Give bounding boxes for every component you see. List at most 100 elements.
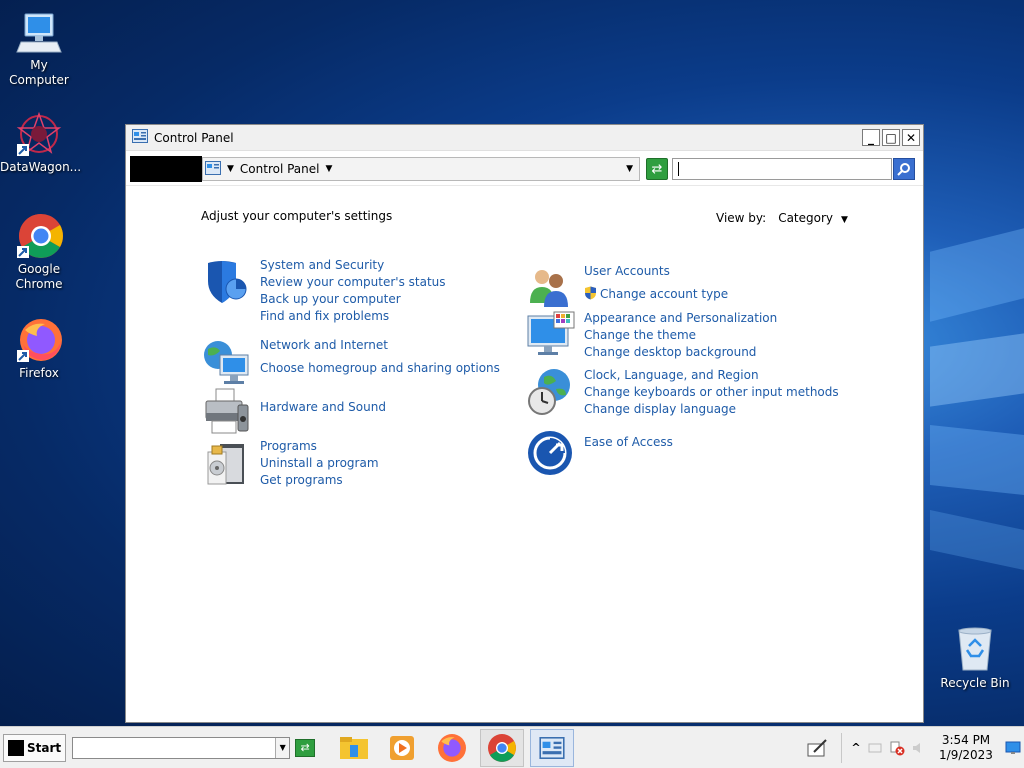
desktop-icon-recycle-bin[interactable]: Recycle Bin: [936, 626, 1014, 691]
tray-notes[interactable]: [799, 729, 835, 767]
clock-time: 3:54 PM: [941, 732, 991, 747]
uac-shield-icon: [585, 286, 596, 300]
search-icon: [897, 163, 910, 176]
network-icon[interactable]: [202, 337, 252, 387]
link-appearance-personalization[interactable]: Appearance and Personalization: [584, 310, 777, 327]
link-review-status[interactable]: Review your computer's status: [260, 274, 446, 291]
start-icon: [8, 739, 24, 756]
address-bar[interactable]: ▼ Control Panel ▼ ▼: [202, 157, 640, 181]
firefox-icon: [438, 733, 467, 762]
link-get-programs[interactable]: Get programs: [260, 472, 379, 489]
start-button[interactable]: Start: [3, 733, 67, 762]
view-by: View by: Category ▼: [716, 211, 848, 225]
link-system-and-security[interactable]: System and Security: [260, 257, 446, 274]
category-programs: Programs Uninstall a program Get program…: [202, 438, 379, 489]
globe-clock-icon[interactable]: [526, 367, 576, 417]
recycle-bin-icon: [951, 626, 999, 674]
link-uninstall-program[interactable]: Uninstall a program: [260, 455, 379, 472]
breadcrumb-control-panel[interactable]: Control Panel: [240, 162, 320, 176]
search-input[interactable]: [672, 158, 892, 180]
datawagon-icon: [15, 110, 63, 158]
address-history-dropdown[interactable]: ▼: [626, 164, 633, 174]
nav-back-forward-buttons[interactable]: [130, 156, 202, 182]
text-caret: [678, 162, 679, 176]
view-by-label: View by:: [716, 211, 767, 225]
desktop-icon-datawagon[interactable]: DataWagon...: [0, 110, 82, 175]
link-user-accounts[interactable]: User Accounts: [584, 263, 728, 280]
view-by-value: Category: [778, 211, 834, 225]
computer-icon: [15, 8, 63, 56]
wallpaper-beam: [930, 425, 1024, 495]
tray-alert[interactable]: [886, 729, 908, 767]
show-desktop-button[interactable]: [1002, 729, 1024, 767]
taskbar-clock[interactable]: 3:54 PM 1/9/2023: [930, 733, 1002, 763]
firefox-icon: [15, 316, 63, 364]
taskbar-chrome[interactable]: [480, 728, 525, 767]
divider: [126, 185, 923, 186]
link-change-display-language[interactable]: Change display language: [584, 401, 839, 418]
alert-icon: [890, 741, 905, 755]
go-icon: ⇄: [295, 738, 316, 757]
maximize-button[interactable]: □: [882, 129, 900, 146]
minimize-button[interactable]: _: [862, 129, 880, 146]
link-change-theme[interactable]: Change the theme: [584, 327, 777, 344]
desktop-icon-label: DataWagon...: [0, 160, 82, 174]
taskbar-go-button[interactable]: ⇄: [290, 729, 320, 767]
link-ease-of-access[interactable]: Ease of Access: [584, 434, 673, 451]
category-appearance: Appearance and Personalization Change th…: [526, 310, 777, 361]
media-player-icon: [390, 735, 415, 760]
link-change-desktop-background[interactable]: Change desktop background: [584, 344, 777, 361]
refresh-button[interactable]: ⇄: [646, 158, 668, 180]
link-change-keyboards[interactable]: Change keyboards or other input methods: [584, 384, 839, 401]
chevron-down-icon[interactable]: ▼: [275, 737, 290, 758]
system-tray: ^ 3:54 PM 1/9/2023: [799, 727, 1024, 768]
view-by-dropdown[interactable]: Category ▼: [778, 211, 848, 225]
link-clock-language-region[interactable]: Clock, Language, and Region: [584, 367, 839, 384]
clock-date: 1/9/2023: [939, 747, 993, 762]
folder-icon: [340, 736, 369, 759]
link-find-fix-problems[interactable]: Find and fix problems: [260, 308, 446, 325]
window-titlebar[interactable]: Control Panel: [126, 125, 923, 151]
chevron-down-icon[interactable]: ▼: [326, 164, 333, 174]
tray-network[interactable]: [864, 729, 886, 767]
volume-icon: [913, 742, 920, 753]
tray-volume[interactable]: [908, 729, 930, 767]
link-network-and-internet[interactable]: Network and Internet: [260, 337, 500, 354]
monitor-icon[interactable]: [526, 310, 576, 360]
desktop-icon-label: Firefox: [19, 366, 59, 380]
taskbar-firefox[interactable]: [430, 729, 474, 767]
chevron-down-icon[interactable]: ▼: [227, 164, 234, 174]
control-panel-icon: [132, 129, 148, 146]
users-icon[interactable]: [526, 263, 576, 313]
window-title: Control Panel: [154, 130, 234, 145]
taskbar-address-input[interactable]: ▼: [72, 736, 291, 759]
desktop-icon-google-chrome[interactable]: Google Chrome: [0, 212, 78, 292]
category-network-internet: Network and Internet Choose homegroup an…: [202, 337, 500, 387]
chrome-icon: [15, 212, 63, 260]
desktop-icon-firefox[interactable]: Firefox: [0, 316, 78, 381]
link-hardware-and-sound[interactable]: Hardware and Sound: [260, 399, 386, 416]
shield-icon[interactable]: [202, 257, 252, 307]
ease-of-access-icon[interactable]: [526, 429, 576, 479]
desktop-icon-my-computer[interactable]: My Computer: [0, 8, 78, 88]
programs-icon[interactable]: [202, 438, 252, 488]
network-icon: [868, 743, 882, 752]
link-homegroup-sharing[interactable]: Choose homegroup and sharing options: [260, 360, 500, 377]
desktop-icon-label: My Computer: [9, 58, 69, 87]
link-programs[interactable]: Programs: [260, 438, 379, 455]
change-account-type-label: Change account type: [600, 287, 729, 301]
taskbar-file-explorer[interactable]: [332, 729, 376, 767]
taskbar-control-panel[interactable]: [530, 728, 575, 767]
close-button[interactable]: ✕: [902, 129, 920, 146]
link-change-account-type[interactable]: Change account type: [584, 286, 728, 303]
start-label: Start: [27, 740, 62, 755]
printer-icon[interactable]: [202, 387, 252, 437]
search-button[interactable]: [893, 158, 915, 180]
link-back-up[interactable]: Back up your computer: [260, 291, 446, 308]
taskbar-media-player[interactable]: [380, 729, 424, 767]
page-heading: Adjust your computer's settings: [201, 209, 393, 223]
wallpaper-beam: [930, 333, 1024, 407]
tray-show-hidden[interactable]: ^: [848, 729, 864, 767]
category-clock-language-region: Clock, Language, and Region Change keybo…: [526, 367, 839, 418]
pen-pad-icon: [807, 738, 827, 756]
